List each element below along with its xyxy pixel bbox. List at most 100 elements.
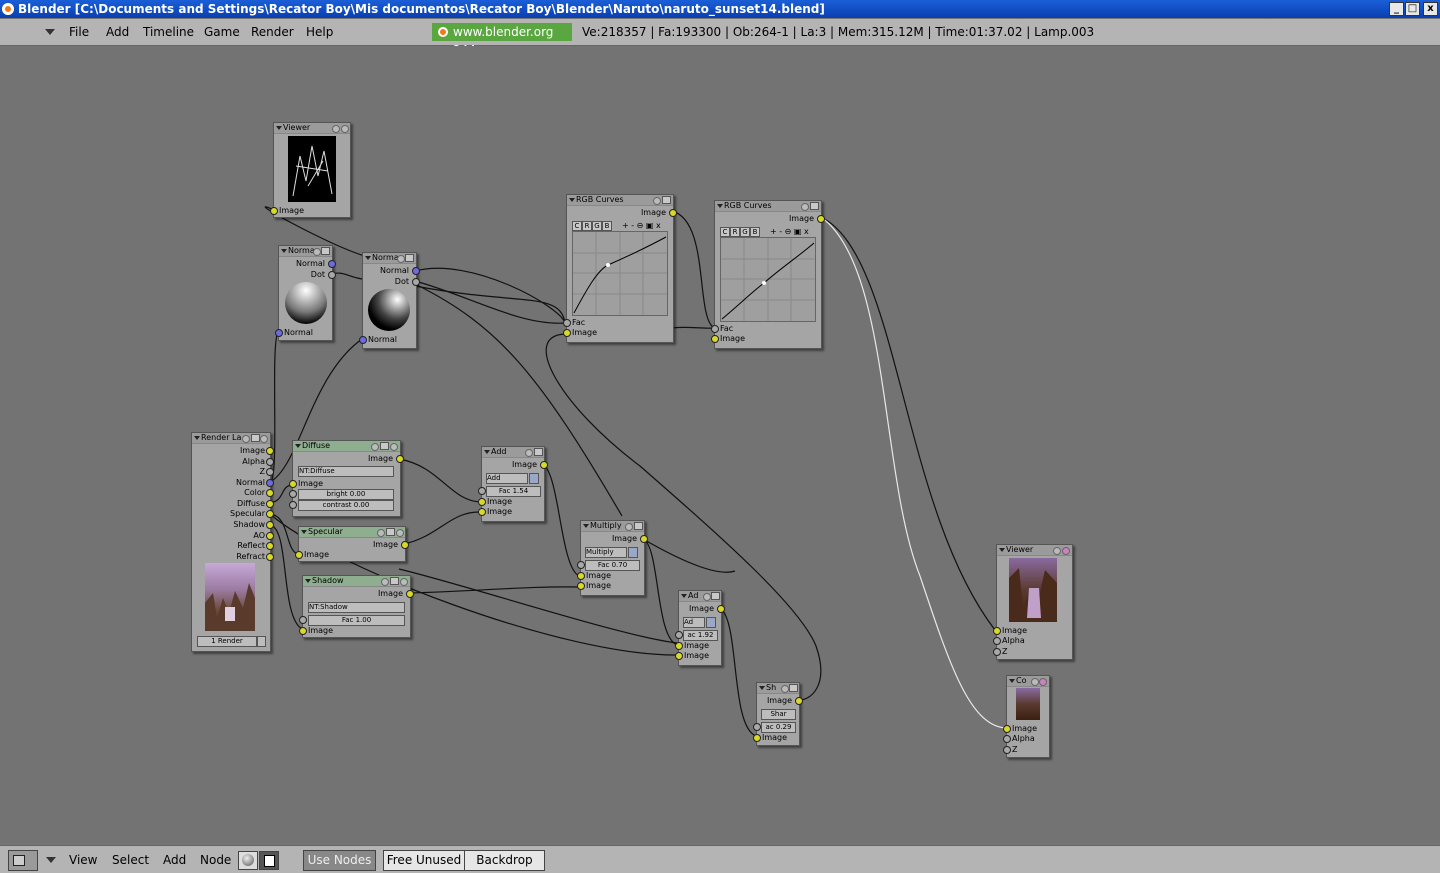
menu-help[interactable]: Help (306, 25, 333, 39)
node-diffuse-group[interactable]: Diffuse Image NT:Diffuse Image bright 0.… (289, 440, 404, 517)
socket-image-out[interactable] (640, 535, 648, 543)
node-group-name-field[interactable]: NT:Diffuse (298, 466, 394, 477)
node-viewer[interactable]: Viewer Image (270, 122, 351, 218)
socket-image-out[interactable] (795, 697, 803, 705)
node-specular-group[interactable]: Specular Image Image (295, 526, 409, 562)
socket-image-out[interactable] (406, 590, 414, 598)
socket-fac-in[interactable] (711, 325, 719, 333)
menu-add[interactable]: Add (163, 853, 186, 867)
socket-alpha-out[interactable] (266, 458, 274, 466)
curve-channel-r-button[interactable]: R (730, 227, 740, 237)
socket-dot-out[interactable] (328, 271, 336, 279)
socket-ao-out[interactable] (266, 532, 274, 540)
socket-normal-out[interactable] (412, 267, 420, 275)
socket-normal-in[interactable] (275, 329, 283, 337)
socket-color-out[interactable] (266, 489, 274, 497)
socket-image-in[interactable] (675, 652, 683, 660)
socket-fac-in[interactable] (675, 631, 683, 639)
socket-specular-out[interactable] (266, 510, 274, 518)
menu-select[interactable]: Select (112, 853, 149, 867)
render-layer-refresh-button[interactable] (257, 636, 266, 647)
socket-image-out[interactable] (717, 605, 725, 613)
socket-image-in[interactable] (478, 508, 486, 516)
socket-image-out[interactable] (817, 215, 825, 223)
maximize-button[interactable]: □ (1405, 2, 1420, 16)
socket-fac-in[interactable] (478, 487, 486, 495)
fac-field[interactable]: Fac 1.54 (486, 486, 541, 497)
node-normal[interactable]: Norma Normal Dot Normal (275, 245, 336, 341)
socket-z-out[interactable] (266, 468, 274, 476)
socket-image-in[interactable] (675, 642, 683, 650)
curve-channel-g-button[interactable]: G (740, 227, 750, 237)
socket-image-out[interactable] (396, 455, 404, 463)
blend-mode-select[interactable]: Multiply (585, 547, 627, 558)
alpha-toggle-button[interactable] (706, 617, 716, 628)
socket-bright-in[interactable] (289, 490, 297, 498)
alpha-toggle-button[interactable] (628, 547, 638, 558)
socket-fac-in[interactable] (753, 723, 761, 731)
header-collapse-icon[interactable] (45, 29, 55, 35)
node-render-layers[interactable]: Render La Image Alpha Z Normal Color Dif… (191, 432, 274, 652)
node-composite[interactable]: Co Image Alpha Z (1003, 675, 1050, 758)
socket-shadow-out[interactable] (266, 521, 274, 529)
socket-dot-out[interactable] (412, 278, 420, 286)
socket-fac-in[interactable] (563, 319, 571, 327)
curve-editor[interactable] (572, 231, 668, 316)
node-normal[interactable]: Norma Normal Dot Normal (359, 252, 420, 349)
socket-image-in[interactable] (563, 329, 571, 337)
node-mix-multiply[interactable]: Multiply Image Multiply Fac 0.70 Image I… (577, 520, 648, 596)
normal-sphere-widget[interactable] (285, 282, 327, 324)
socket-image-in[interactable] (711, 335, 719, 343)
mode-select[interactable]: Shar (761, 709, 796, 720)
socket-fac-in[interactable] (577, 561, 585, 569)
socket-normal-out[interactable] (328, 260, 336, 268)
bright-field[interactable]: bright 0.00 (298, 489, 394, 500)
node-editor-canvas[interactable]: Viewer Image Norma Normal Dot Normal Nor… (0, 46, 1440, 844)
node-mix-add[interactable]: Add Image Add Fac 1.54 Image Image (478, 446, 548, 522)
use-nodes-toggle[interactable]: Use Nodes (303, 850, 376, 871)
material-nodes-button[interactable] (238, 851, 258, 870)
socket-z-in[interactable] (993, 648, 1001, 656)
socket-normal-in[interactable] (359, 336, 367, 344)
socket-normal-out[interactable] (266, 479, 274, 487)
curve-tools[interactable]: + - ⊖ ▣ x (770, 227, 809, 236)
contrast-field[interactable]: contrast 0.00 (298, 500, 394, 511)
socket-image-in[interactable] (270, 207, 278, 215)
free-unused-button[interactable]: Free Unused (383, 850, 465, 871)
node-viewer[interactable]: Viewer Image Alpha Z (993, 544, 1073, 660)
curve-channel-g-button[interactable]: G (592, 221, 602, 231)
blender-org-link[interactable]: www.blender.org 244 (432, 23, 572, 57)
node-shadow-group[interactable]: Shadow Image NT:Shadow Fac 1.00 Image (299, 575, 414, 638)
blend-mode-select[interactable]: Add (486, 473, 528, 484)
socket-alpha-in[interactable] (993, 637, 1001, 645)
socket-image-in[interactable] (753, 734, 761, 742)
menu-view[interactable]: View (69, 853, 97, 867)
node-rgb-curves[interactable]: RGB Curves Image C R G B + - ⊖ ▣ x Fac I… (563, 194, 677, 343)
socket-image-out[interactable] (540, 461, 548, 469)
socket-contrast-in[interactable] (289, 501, 297, 509)
curve-channel-c-button[interactable]: C (572, 221, 582, 231)
menu-add[interactable]: Add (106, 25, 129, 39)
fac-field[interactable]: Fac 0.70 (585, 560, 640, 571)
curve-channel-r-button[interactable]: R (582, 221, 592, 231)
socket-diffuse-out[interactable] (266, 500, 274, 508)
node-mix-add[interactable]: Ad Image Ad ac 1.92 Image Image (675, 590, 725, 666)
socket-refract-out[interactable] (266, 553, 274, 561)
node-sh[interactable]: Sh Image Shar ac 0.29 Image (753, 682, 803, 746)
socket-image-in[interactable] (299, 627, 307, 635)
close-button[interactable]: x (1423, 2, 1438, 16)
composite-nodes-button[interactable] (259, 851, 279, 870)
socket-reflect-out[interactable] (266, 542, 274, 550)
socket-image-in[interactable] (478, 498, 486, 506)
render-layer-selector[interactable]: 1 Render (197, 636, 257, 647)
blend-mode-select[interactable]: Ad (683, 617, 705, 628)
socket-image-in[interactable] (295, 551, 303, 559)
minimize-button[interactable]: _ (1389, 2, 1404, 16)
node-rgb-curves[interactable]: RGB Curves Image C R G B + - ⊖ ▣ x Fac I… (711, 200, 825, 349)
curve-editor[interactable] (720, 237, 816, 322)
header-collapse-icon[interactable] (46, 857, 56, 863)
menu-file[interactable]: File (69, 25, 89, 39)
socket-alpha-in[interactable] (1003, 735, 1011, 743)
fac-field[interactable]: Fac 1.00 (308, 615, 405, 626)
socket-fac-in[interactable] (299, 616, 307, 624)
